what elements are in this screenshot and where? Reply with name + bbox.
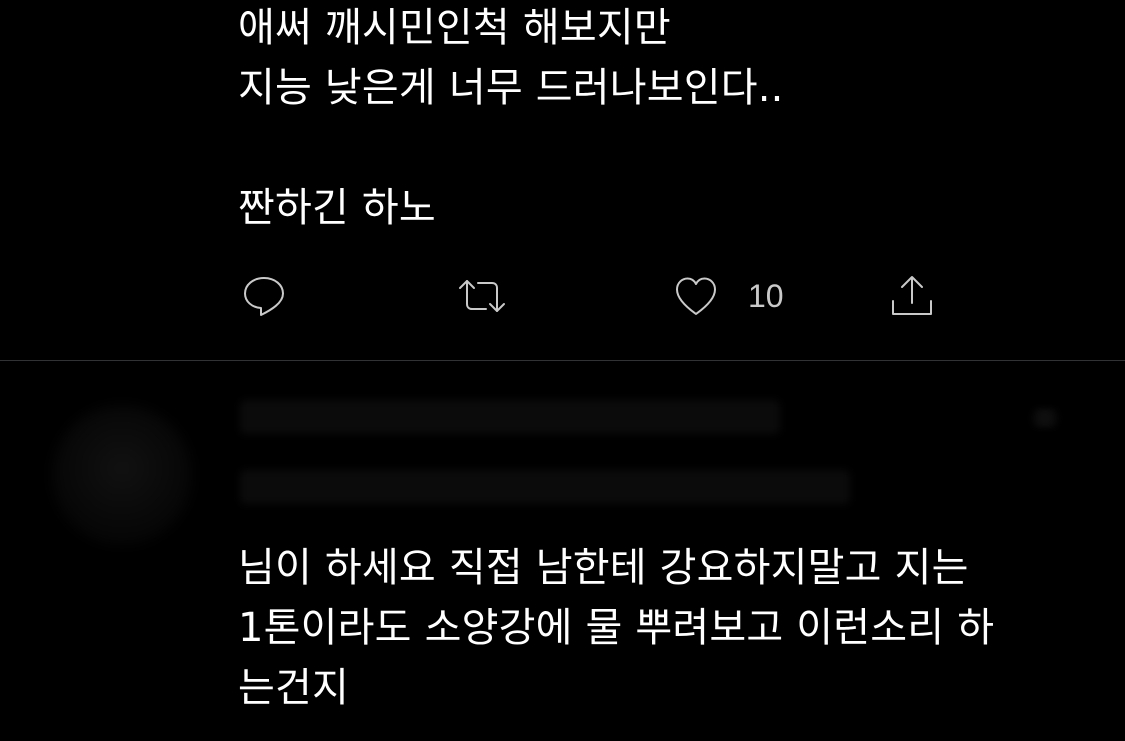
like-button[interactable]: 10 (672, 268, 784, 324)
share-button[interactable] (888, 268, 936, 324)
more-icon[interactable] (1025, 408, 1065, 428)
reply-context-redacted (240, 470, 850, 504)
avatar[interactable] (52, 405, 192, 545)
tweet-body: 애써 깨시민인척 해보지만 지능 낮은게 너무 드러나보인다.. 짠하긴 하노 (238, 5, 784, 231)
heart-icon (676, 277, 716, 315)
like-count: 10 (748, 277, 784, 314)
tweet-2-body: 님이 하세요 직접 남한테 강요하지말고 지는 1톤이라도 소양강에 물 뿌려보… (238, 545, 995, 711)
tweet-actions: 10 (0, 268, 1125, 324)
reply-button[interactable] (240, 268, 288, 324)
retweet-icon (459, 280, 505, 312)
reply-icon (244, 277, 284, 316)
author-line-redacted (240, 400, 780, 434)
timeline: 애써 깨시민인척 해보지만 지능 낮은게 너무 드러나보인다.. 짠하긴 하노 (0, 0, 1125, 741)
retweet-button[interactable] (454, 268, 510, 324)
share-icon (892, 276, 932, 315)
tweet-1[interactable]: 애써 깨시민인척 해보지만 지능 낮은게 너무 드러나보인다.. 짠하긴 하노 (0, 0, 1125, 360)
